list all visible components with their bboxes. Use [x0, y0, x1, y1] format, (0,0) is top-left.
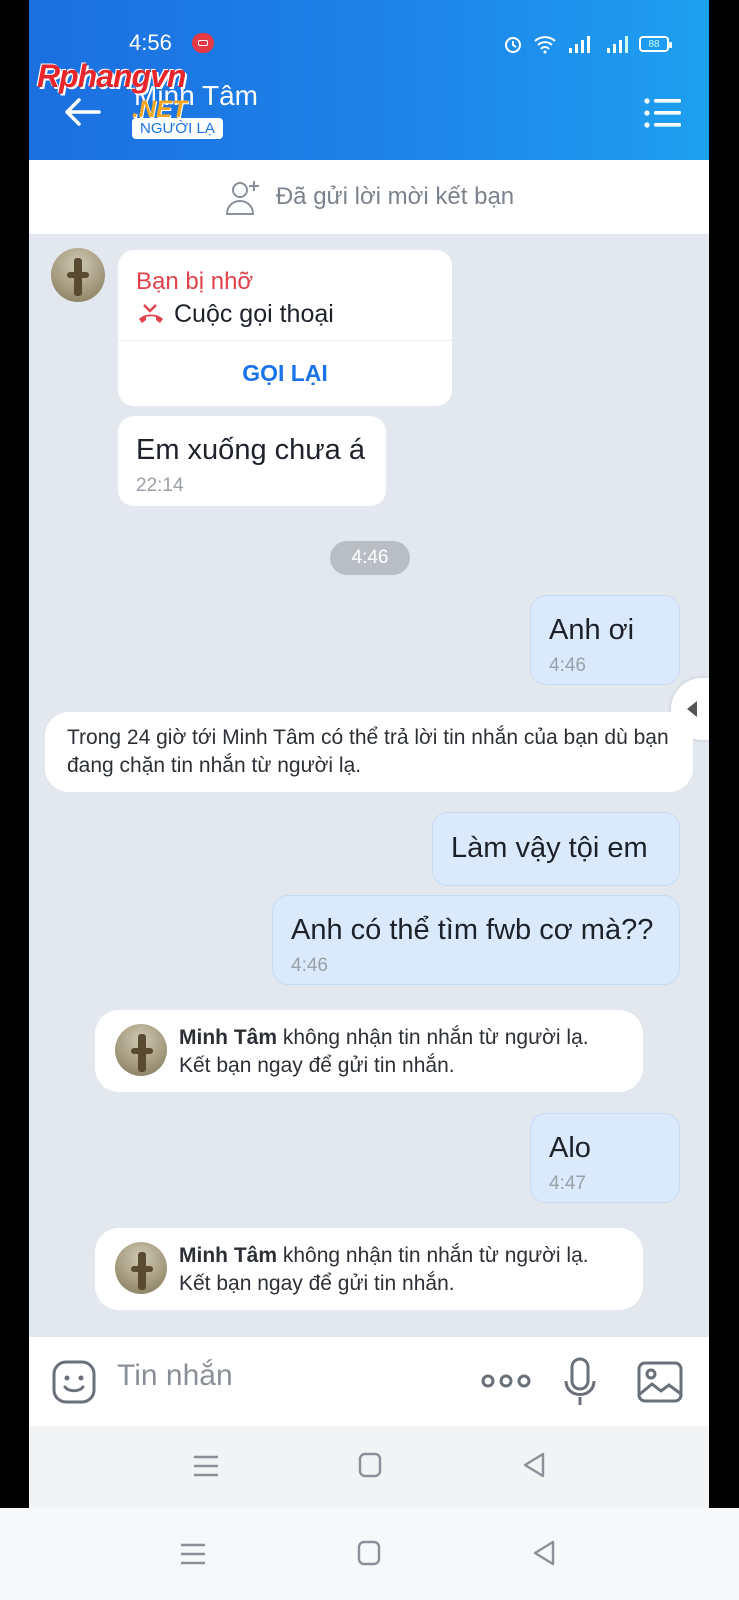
message-bubble-incoming[interactable]: Em xuống chưa á 22:14: [118, 416, 386, 506]
message-bubble-outgoing[interactable]: Anh ơi 4:46: [530, 595, 680, 685]
message-input-bar: Tin nhắn: [29, 1336, 709, 1427]
status-icons: 88: [503, 33, 672, 55]
back-nav-icon[interactable]: [532, 1540, 556, 1566]
missed-call-icon: [139, 303, 163, 323]
wifi-icon: [534, 36, 556, 54]
message-text: Em xuống chưa á: [136, 434, 365, 466]
message-text: Làm vậy tội em: [451, 832, 648, 864]
recent-apps-icon[interactable]: [193, 1454, 219, 1478]
message-time: 22:14: [136, 475, 184, 496]
message-bubble-outgoing[interactable]: Làm vậy tội em: [432, 812, 680, 886]
watermark-logo-sub: .NET: [132, 96, 187, 123]
notice-contact-name: Minh Tâm: [179, 1244, 277, 1267]
message-text: Anh ơi: [549, 614, 635, 646]
avatar[interactable]: [51, 248, 105, 302]
notice-contact-name: Minh Tâm: [179, 1026, 277, 1049]
time-divider: 4:46: [330, 541, 410, 575]
home-icon[interactable]: [357, 1540, 381, 1566]
image-icon[interactable]: [637, 1361, 683, 1403]
friend-request-bar: Đã gửi lời mời kết bạn: [29, 160, 709, 234]
message-time: 4:47: [549, 1173, 586, 1194]
missed-call-title: Bạn bị nhỡ: [136, 268, 254, 295]
missed-call-card: Bạn bị nhỡ Cuộc gọi thoại GỌI LẠI: [118, 250, 452, 406]
message-text: Anh có thể tìm fwb cơ mà??: [291, 914, 654, 946]
message-time: 4:46: [291, 955, 328, 976]
home-icon[interactable]: [358, 1452, 382, 1478]
recent-apps-icon[interactable]: [180, 1542, 206, 1566]
chat-header: 4:56 88 Minh Tâm NGƯỜI LẠ Rphangvn .NET: [29, 0, 709, 160]
signal-icon: [607, 36, 628, 53]
missed-call-type: Cuộc gọi thoại: [174, 300, 334, 328]
notice-text: Kết bạn ngay để gửi tin nhắn.: [179, 1054, 455, 1077]
message-bubble-outgoing[interactable]: Anh có thể tìm fwb cơ mà?? 4:46: [272, 895, 680, 985]
blocked-notice: Minh Tâm không nhận tin nhắn từ người lạ…: [95, 1010, 643, 1092]
recording-icon: [192, 33, 214, 53]
add-friend-icon: [225, 181, 259, 215]
menu-list-icon[interactable]: [643, 96, 683, 130]
missed-call-row: Cuộc gọi thoại: [136, 300, 334, 329]
more-dots-icon[interactable]: [480, 1370, 532, 1392]
watermark-logo: Rphangvn: [37, 58, 186, 94]
notice-text: không nhận tin nhắn từ người lạ.: [277, 1244, 589, 1267]
message-time: 4:46: [549, 655, 586, 676]
reply-window-notice: Trong 24 giờ tới Minh Tâm có thể trả lời…: [45, 712, 693, 792]
back-nav-icon[interactable]: [522, 1452, 546, 1478]
outer-system-nav-bar: [0, 1508, 739, 1600]
blocked-notice: Minh Tâm không nhận tin nhắn từ người lạ…: [95, 1228, 643, 1310]
notice-text: Trong 24 giờ tới Minh Tâm có thể trả lời…: [67, 726, 669, 777]
call-back-button[interactable]: GỌI LẠI: [118, 340, 452, 406]
message-text: Alo: [549, 1132, 591, 1164]
back-arrow-icon[interactable]: [59, 92, 105, 132]
status-time: 4:56: [129, 30, 172, 55]
signal-icon: [569, 36, 590, 53]
notice-text: không nhận tin nhắn từ người lạ.: [277, 1026, 589, 1049]
alarm-icon: [505, 37, 521, 53]
avatar[interactable]: [115, 1242, 167, 1294]
system-nav-bar: [29, 1426, 709, 1508]
message-bubble-outgoing[interactable]: Alo 4:47: [530, 1113, 680, 1203]
avatar[interactable]: [115, 1024, 167, 1076]
chat-screen: 4:56 88 Minh Tâm NGƯỜI LẠ Rphangvn .NET …: [29, 0, 709, 1508]
emoji-icon[interactable]: [51, 1359, 97, 1405]
microphone-icon[interactable]: [563, 1357, 597, 1407]
battery-icon: 88: [639, 36, 672, 52]
notice-text: Kết bạn ngay để gửi tin nhắn.: [179, 1272, 455, 1295]
message-input[interactable]: Tin nhắn: [117, 1359, 233, 1393]
friend-request-text: Đã gửi lời mời kết bạn: [275, 183, 515, 210]
